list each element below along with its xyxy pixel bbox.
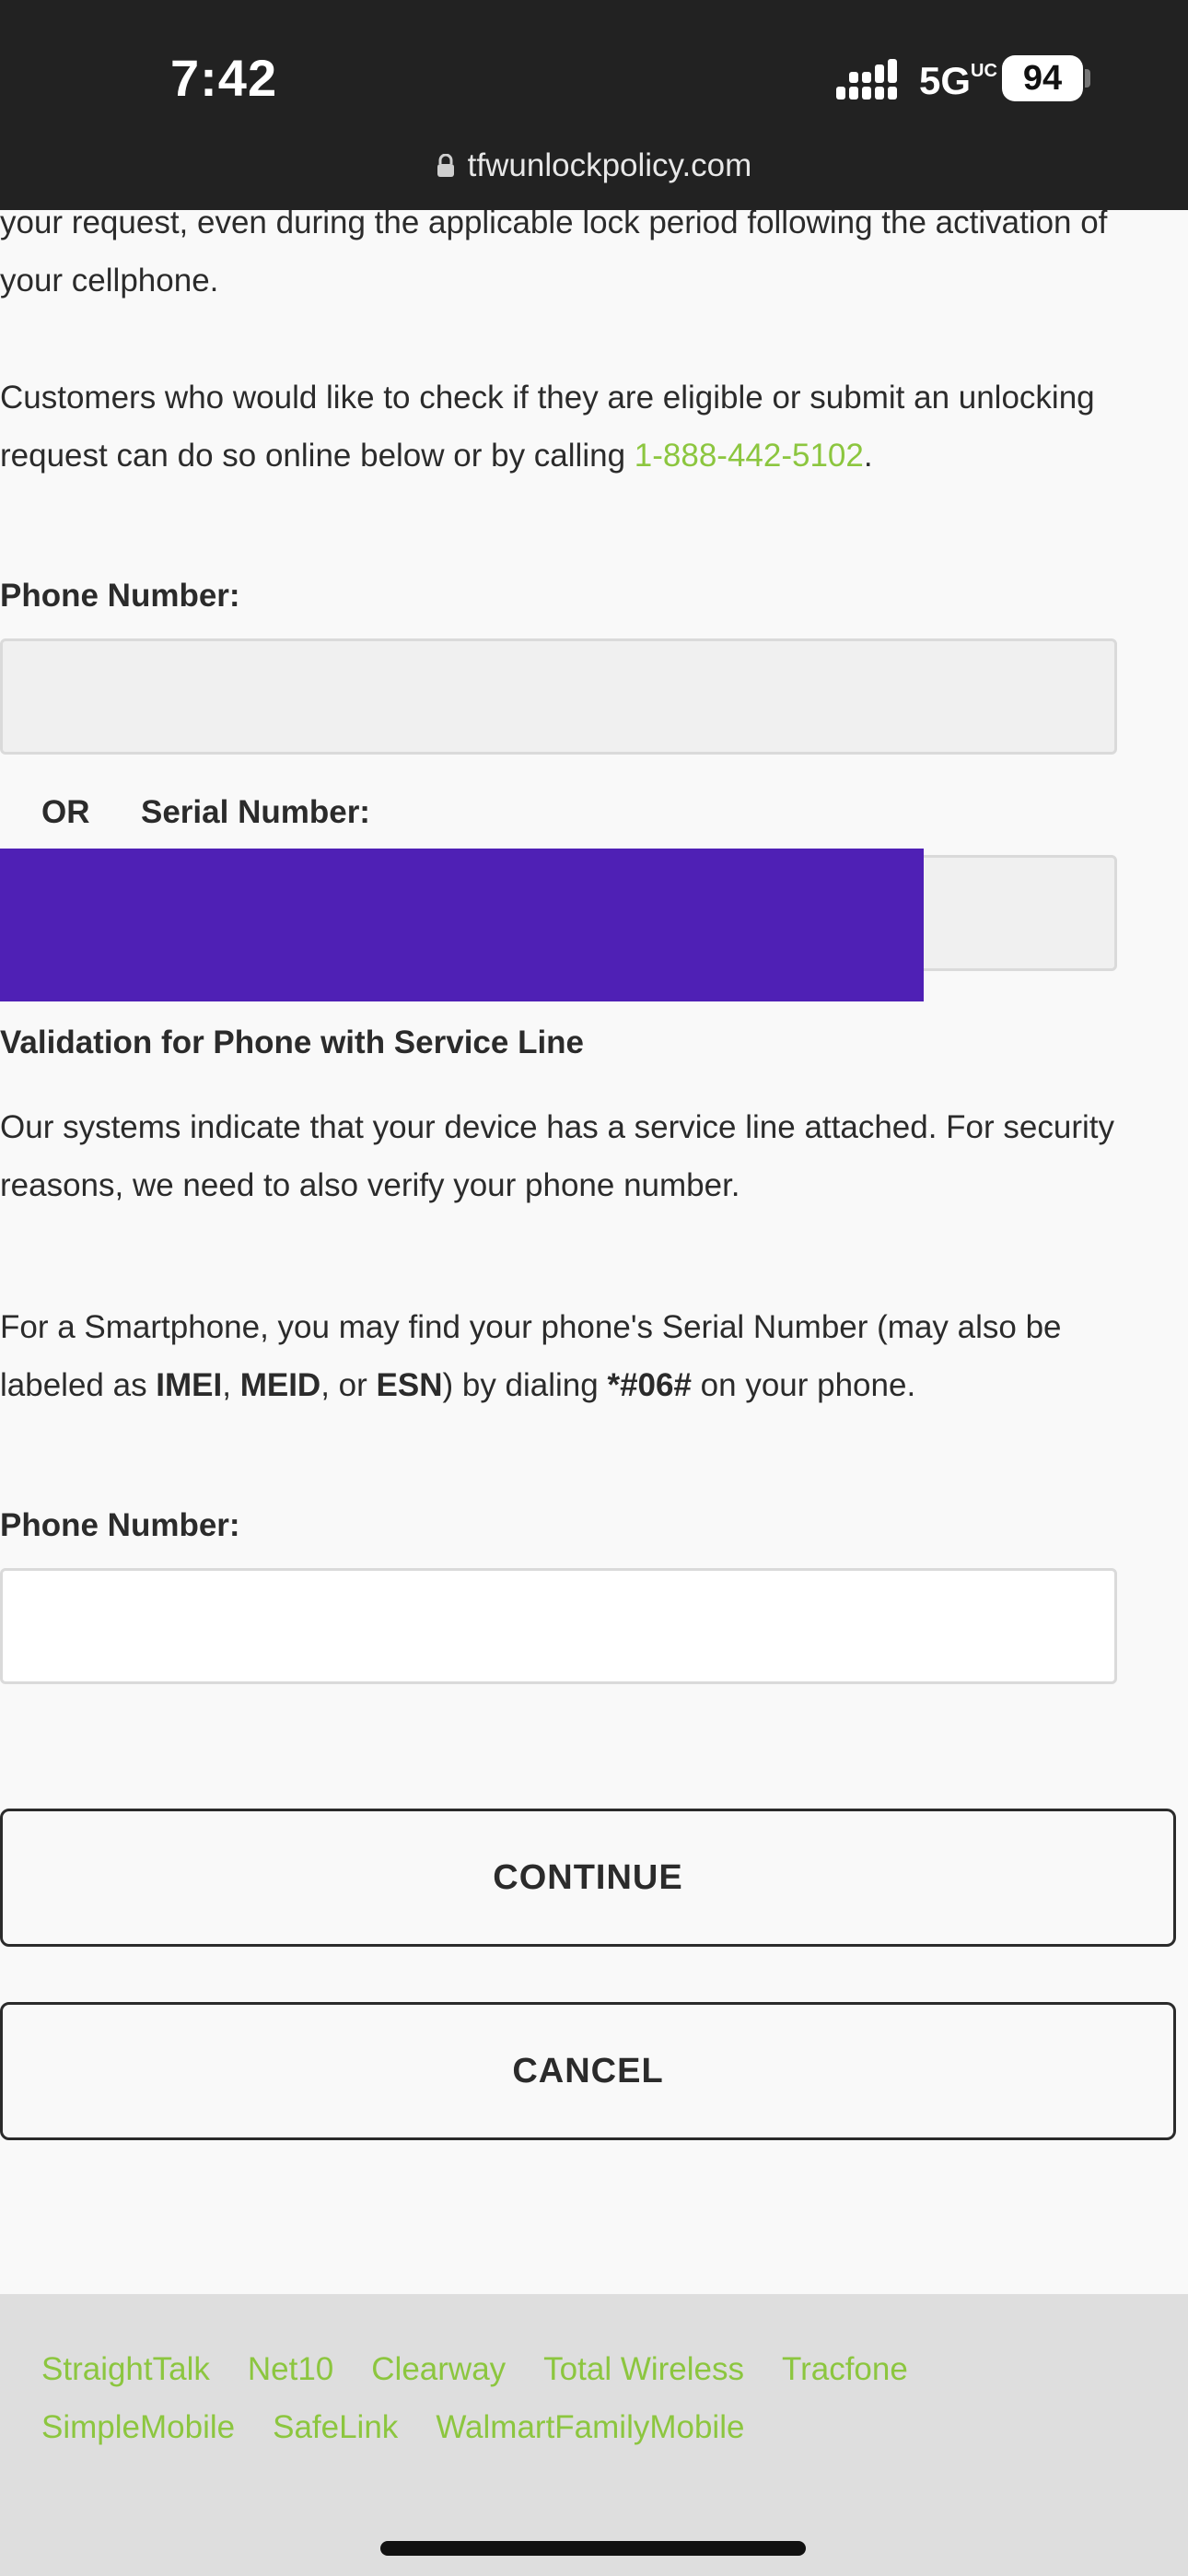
footer-link-clearway[interactable]: Clearway — [371, 2351, 506, 2388]
lock-icon — [437, 154, 454, 177]
lock-period-text: your request, even during the applicable… — [0, 205, 1108, 299]
footer-link-total-wireless[interactable]: Total Wireless — [543, 2351, 744, 2388]
verify-phone-input[interactable] — [3, 1571, 1114, 1681]
battery-tip — [1085, 69, 1090, 88]
verify-phone-label: Phone Number: — [0, 1507, 240, 1543]
verify-phone-field[interactable] — [0, 1568, 1117, 1684]
continue-button[interactable]: CONTINUE — [0, 1809, 1176, 1947]
footer-links: StraightTalk Net10 Clearway Total Wirele… — [41, 2340, 1165, 2456]
footer: StraightTalk Net10 Clearway Total Wirele… — [0, 2294, 1188, 2576]
network-indicator: 5GUC — [919, 59, 997, 102]
phone-number-input[interactable] — [3, 641, 1114, 752]
cancel-button[interactable]: CANCEL — [0, 2002, 1176, 2140]
or-label: OR — [41, 794, 90, 830]
validation-heading: Validation for Phone with Service Line — [0, 1025, 585, 1060]
validation-text: Our systems indicate that your device ha… — [0, 1109, 1114, 1203]
clock-time: 7:42 — [170, 49, 278, 107]
status-bar: 7:42 5GUC 94 tfwunlockpolicy.com — [0, 0, 1188, 210]
footer-link-straighttalk[interactable]: StraightTalk — [41, 2351, 210, 2388]
battery-icon: 94 — [1002, 55, 1083, 101]
footer-link-tracfone[interactable]: Tracfone — [782, 2351, 908, 2388]
url-bar[interactable]: tfwunlockpolicy.com — [0, 147, 1188, 184]
redaction-block — [0, 849, 924, 1001]
serial-number-label: Serial Number: — [141, 794, 370, 830]
footer-link-net10[interactable]: Net10 — [248, 2351, 333, 2388]
phone-number-field[interactable] — [0, 638, 1117, 755]
footer-row-2: SimpleMobile SafeLink WalmartFamilyMobil… — [41, 2398, 1165, 2456]
phone-number-label: Phone Number: — [0, 578, 240, 614]
url-text: tfwunlockpolicy.com — [467, 147, 752, 183]
serial-help-text: For a Smartphone, you may find your phon… — [0, 1309, 1062, 1403]
footer-row-1: StraightTalk Net10 Clearway Total Wirele… — [41, 2340, 1165, 2398]
page: 7:42 5GUC 94 tfwunlockpolicy.com your re… — [0, 0, 1188, 2576]
footer-link-safelink[interactable]: SafeLink — [273, 2409, 398, 2446]
footer-link-simplemobile[interactable]: SimpleMobile — [41, 2409, 235, 2446]
signal-icon — [836, 59, 897, 100]
footer-link-walmartfamilymobile[interactable]: WalmartFamilyMobile — [436, 2409, 744, 2446]
eligibility-text: Customers who would like to check if the… — [0, 380, 1095, 474]
home-indicator[interactable] — [380, 2541, 806, 2556]
support-phone-link[interactable]: 1-888-442-5102 — [635, 438, 864, 474]
